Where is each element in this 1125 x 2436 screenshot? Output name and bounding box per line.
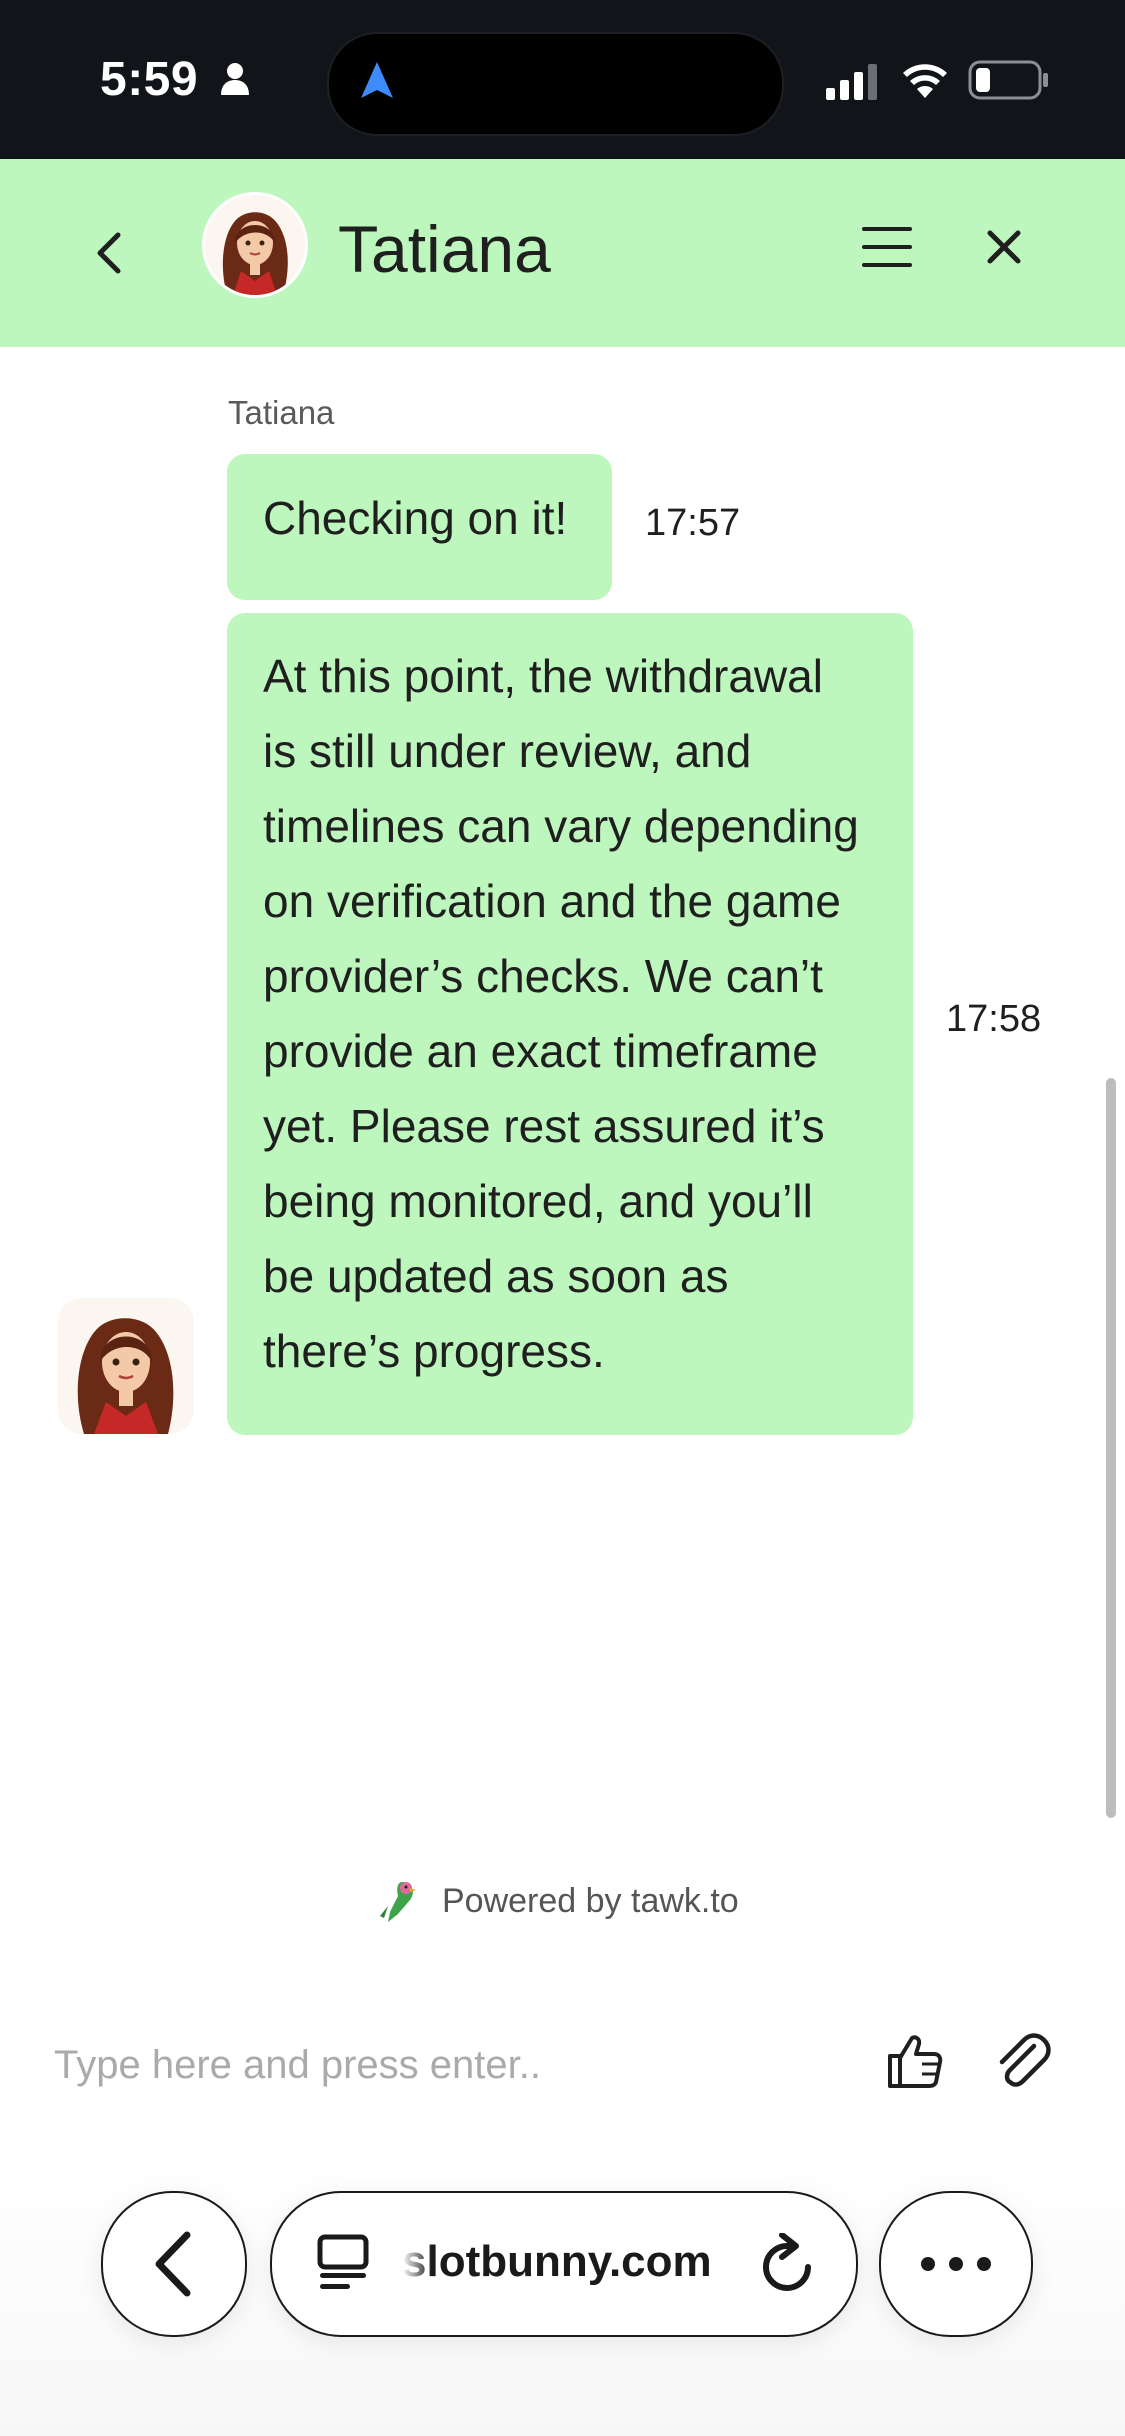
- message-text-line: on verification and the game: [263, 875, 841, 927]
- message-text-line: be updated as soon as: [263, 1250, 729, 1302]
- message-text-line: provide an exact timeframe: [263, 1025, 818, 1077]
- agent-avatar: [58, 1298, 194, 1434]
- message-text-line: there’s progress.: [263, 1325, 605, 1377]
- avatar: [205, 195, 305, 295]
- message-text: Checking on it!: [263, 492, 568, 544]
- agent-name: Tatiana: [338, 212, 551, 286]
- message-input[interactable]: [52, 2034, 856, 2096]
- navigation-arrow-icon: [358, 60, 396, 105]
- tabs-icon[interactable]: [316, 2233, 372, 2298]
- parrot-icon: [372, 1876, 420, 1929]
- chat-scrollbar[interactable]: [1106, 1078, 1116, 1818]
- message-text-line: timelines can vary depending: [263, 800, 859, 852]
- chat-header: Tatiana: [0, 159, 1125, 347]
- battery-icon: [968, 60, 1050, 105]
- paperclip-icon[interactable]: [992, 2030, 1052, 2095]
- message-sender-name: Tatiana: [228, 394, 335, 431]
- message-text-line: being monitored, and you’ll: [263, 1175, 813, 1227]
- powered-by-text: Powered by tawk.to: [442, 1882, 739, 1920]
- status-bar: 5:59: [0, 0, 1125, 159]
- message-bubble: At this point, the withdrawal is still u…: [227, 613, 913, 1435]
- person-icon: [220, 62, 250, 101]
- more-icon: [919, 2255, 993, 2278]
- message-timestamp: 17:57: [645, 502, 741, 544]
- message-timestamp: 17:58: [946, 998, 1042, 1040]
- message-text-line: provider’s checks. We can’t: [263, 950, 823, 1002]
- thumbs-up-icon[interactable]: [886, 2032, 944, 2095]
- back-chevron-icon[interactable]: [88, 225, 128, 281]
- message-text-line: is still under review, and: [263, 725, 752, 777]
- message-bubble: Checking on it!: [227, 454, 612, 600]
- back-icon: [155, 2231, 191, 2297]
- message-text-line: yet. Please rest assured it’s: [263, 1100, 825, 1152]
- message-text-line: At this point, the withdrawal: [263, 650, 823, 702]
- menu-icon[interactable]: [860, 225, 914, 274]
- reload-icon[interactable]: [758, 2232, 818, 2302]
- cellular-signal-icon: [826, 64, 880, 105]
- url-text: slotbunny.com: [402, 2237, 712, 2286]
- browser-more-button[interactable]: [879, 2191, 1033, 2337]
- browser-back-button[interactable]: [101, 2191, 247, 2337]
- wifi-icon: [900, 60, 950, 105]
- status-time: 5:59: [100, 53, 199, 106]
- address-bar[interactable]: slotbunny.com: [270, 2191, 858, 2337]
- close-icon[interactable]: [982, 225, 1026, 274]
